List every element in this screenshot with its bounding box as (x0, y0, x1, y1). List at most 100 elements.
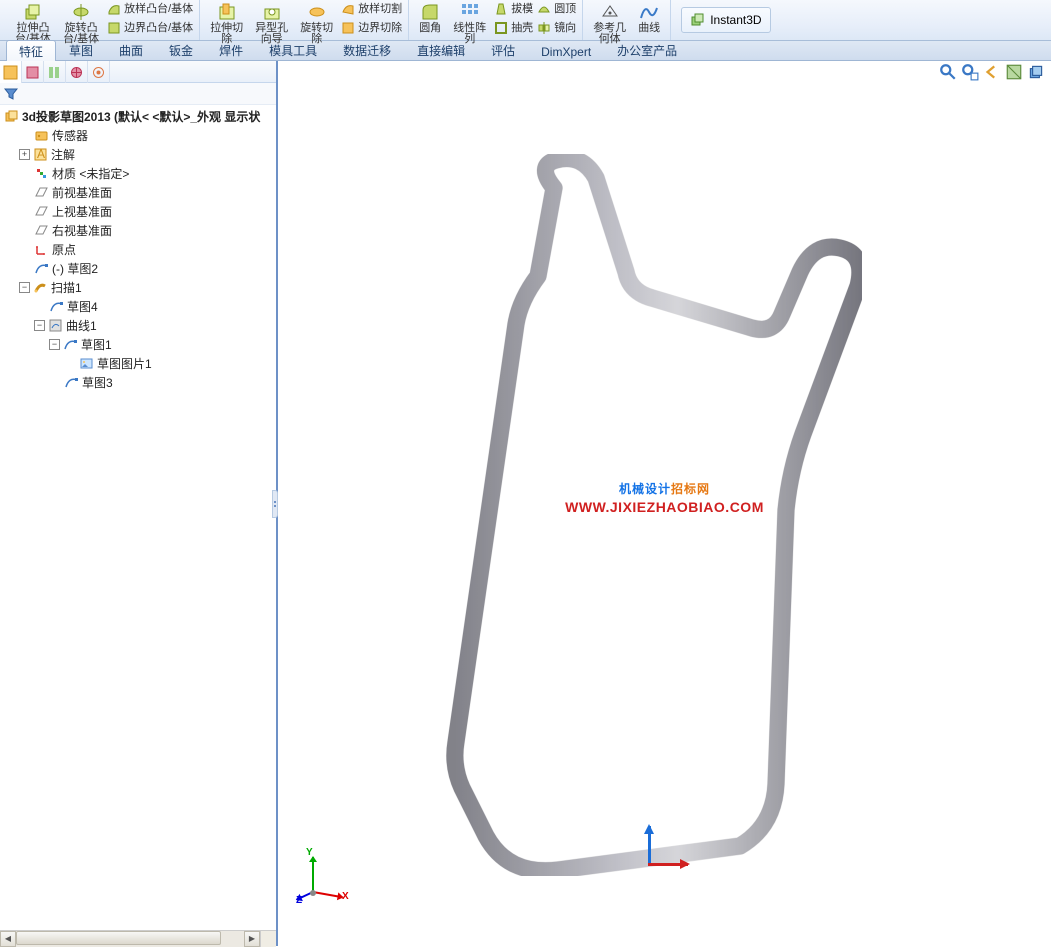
dome-button[interactable]: 圆顶 (535, 0, 578, 18)
linear-pattern-button[interactable]: 线性阵 列 (447, 0, 492, 40)
tree-item-label: 草图图片1 (97, 355, 152, 372)
tree-item-label: 原点 (52, 241, 76, 258)
tree-item-label: (-) 草图2 (52, 260, 98, 277)
tab-dimxpert[interactable]: DimXpert (528, 42, 604, 60)
tree-root-label: 3d投影草图2013 (默认< <默认>_外观 显示状 (22, 108, 260, 125)
panel-tab-feature-tree[interactable] (0, 61, 22, 83)
curves-button[interactable]: 曲线 (632, 0, 666, 40)
tab-directedit[interactable]: 直接编辑 (404, 39, 478, 60)
shell-button[interactable]: 抽壳 (492, 19, 535, 37)
tree-item[interactable]: 传感器 (0, 126, 276, 145)
tree-item[interactable]: 上视基准面 (0, 202, 276, 221)
hole-wizard-button[interactable]: 异型孔 向导 (249, 0, 294, 40)
part-icon (4, 109, 19, 124)
draft-button[interactable]: 拔模 (492, 0, 535, 18)
zoom-fit-icon[interactable] (939, 63, 957, 81)
tree-item-label: 前视基准面 (52, 184, 112, 201)
boundary-cut-button[interactable]: 边界切除 (339, 19, 404, 37)
fillet-button[interactable]: 圆角 (413, 0, 447, 40)
tree-item-label: 曲线1 (66, 317, 97, 334)
tab-weldments[interactable]: 焊件 (206, 39, 256, 60)
dome-label: 圆顶 (554, 4, 576, 15)
tree-item[interactable]: − 扫描1 (0, 278, 276, 297)
svg-text:A: A (37, 147, 45, 161)
boundary-boss-label: 边界凸台/基体 (124, 23, 193, 34)
tree-root[interactable]: 3d投影草图2013 (默认< <默认>_外观 显示状 (0, 107, 276, 126)
tree-item[interactable]: 前视基准面 (0, 183, 276, 202)
tree-expander[interactable]: − (49, 339, 60, 350)
tree-item[interactable]: − 曲线1 (0, 316, 276, 335)
mirror-button[interactable]: 镜向 (535, 19, 578, 37)
tree-item-label: 草图3 (82, 374, 113, 391)
hscroll-right[interactable]: ▶ (244, 931, 260, 947)
tree-item-label: 草图4 (67, 298, 98, 315)
tab-surfaces[interactable]: 曲面 (106, 39, 156, 60)
hscroll-track[interactable] (16, 931, 244, 947)
tree-item[interactable]: +A注解 (0, 145, 276, 164)
sketch-icon (64, 375, 79, 390)
draft-label: 拔模 (511, 4, 533, 15)
tab-migrate[interactable]: 数据迁移 (330, 39, 404, 60)
tree-item[interactable]: 材质 <未指定> (0, 164, 276, 183)
view-orientation-icon[interactable] (1027, 63, 1045, 81)
tab-moldtools[interactable]: 模具工具 (256, 39, 330, 60)
revolve-boss-button[interactable]: 旋转凸 台/基体 (57, 0, 105, 40)
hscroll-thumb[interactable] (16, 931, 221, 945)
ribbon: 拉伸凸 台/基体 旋转凸 台/基体 放样凸台/基体 边界凸台/基体 拉伸切 除 … (0, 0, 1051, 41)
origin-icon (34, 242, 49, 257)
tree-item[interactable]: (-) 草图2 (0, 259, 276, 278)
panel-tab-display[interactable] (88, 61, 110, 83)
extrude-boss-button[interactable]: 拉伸凸 台/基体 (9, 0, 57, 40)
tree-item[interactable]: 右视基准面 (0, 221, 276, 240)
sidebar-hscrollbar[interactable]: ◀ ▶ (0, 930, 276, 946)
section-view-icon[interactable] (1005, 63, 1023, 81)
tree-item-label: 材质 <未指定> (52, 165, 129, 182)
tab-sketch[interactable]: 草图 (56, 39, 106, 60)
plane-icon (34, 223, 49, 238)
panel-tab-property[interactable] (22, 61, 44, 83)
panel-tab-dimxpert[interactable] (66, 61, 88, 83)
instant3d-button[interactable]: Instant3D (681, 7, 770, 33)
sweep-icon (33, 280, 48, 295)
hscroll-left[interactable]: ◀ (0, 931, 16, 947)
ref-geom-button[interactable]: 参考几 何体 (587, 0, 632, 40)
fillet-label: 圆角 (419, 23, 441, 34)
boundary-cut-label: 边界切除 (358, 23, 402, 34)
tree-filter[interactable] (0, 83, 276, 105)
plane-icon (34, 204, 49, 219)
tree-item[interactable]: 草图3 (0, 373, 276, 392)
revolve-cut-button[interactable]: 旋转切 除 (294, 0, 339, 40)
tree-expander[interactable]: + (19, 149, 30, 160)
extrude-cut-button[interactable]: 拉伸切 除 (204, 0, 249, 40)
tree-expander[interactable]: − (19, 282, 30, 293)
curves-label: 曲线 (638, 23, 660, 34)
tab-sheetmetal[interactable]: 钣金 (156, 39, 206, 60)
tree-item-label: 右视基准面 (52, 222, 112, 239)
tree-item-label: 上视基准面 (52, 203, 112, 220)
loft-cut-button[interactable]: 放样切割 (339, 0, 404, 18)
boundary-boss-button[interactable]: 边界凸台/基体 (105, 19, 195, 37)
origin-y-arrow (648, 826, 651, 866)
tree-item[interactable]: 草图4 (0, 297, 276, 316)
loft-boss-button[interactable]: 放样凸台/基体 (105, 0, 195, 18)
zoom-area-icon[interactable] (961, 63, 979, 81)
tree-item-label: 扫描1 (51, 279, 82, 296)
tree-item[interactable]: 原点 (0, 240, 276, 259)
tab-office[interactable]: 办公室产品 (604, 39, 690, 60)
tree-item[interactable]: 草图图片1 (0, 354, 276, 373)
triad-z-label: Z (296, 895, 302, 906)
graphics-viewport[interactable]: 机械设计招标网 WWW.JIXIEZHAOBIAO.COM X Y Z (278, 61, 1051, 946)
sketch-icon (63, 337, 78, 352)
tree-expander[interactable]: − (34, 320, 45, 331)
tree-item[interactable]: −草图1 (0, 335, 276, 354)
previous-view-icon[interactable] (983, 63, 1001, 81)
hscroll-sizer (260, 931, 276, 947)
curve-icon (48, 318, 63, 333)
view-toolbar (939, 63, 1045, 81)
tab-features[interactable]: 特征 (6, 40, 56, 61)
reference-triad: X Y Z (300, 856, 350, 906)
tab-evaluate[interactable]: 评估 (478, 39, 528, 60)
sensor-icon (34, 128, 49, 143)
feature-manager-panel: 3d投影草图2013 (默认< <默认>_外观 显示状 传感器+A注解材质 <未… (0, 61, 278, 946)
panel-tab-config[interactable] (44, 61, 66, 83)
